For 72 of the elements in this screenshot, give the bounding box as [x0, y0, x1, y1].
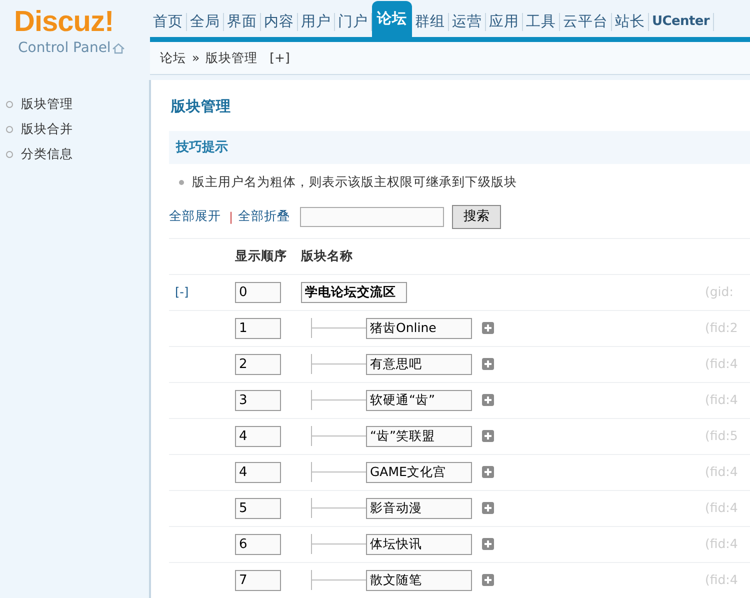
- add-icon[interactable]: [482, 466, 494, 478]
- nav-tab[interactable]: 应用: [486, 13, 523, 31]
- name-field[interactable]: 散文随笔: [366, 570, 472, 591]
- order-field[interactable]: 7: [235, 570, 281, 591]
- order-field[interactable]: 4: [235, 462, 281, 483]
- name-field[interactable]: 影音动漫: [366, 498, 472, 519]
- order-field[interactable]: 6: [235, 534, 281, 555]
- tips-header: 技巧提示: [169, 130, 750, 164]
- name-field[interactable]: 有意思吧: [366, 354, 472, 375]
- tree-line: [311, 498, 366, 518]
- breadcrumb-link[interactable]: 论坛: [160, 48, 186, 68]
- name-field[interactable]: 猪齿Online: [366, 318, 472, 339]
- nav-tab[interactable]: 运营: [449, 13, 486, 31]
- name-field[interactable]: 体坛快讯: [366, 534, 472, 555]
- nav-tab[interactable]: 群组: [412, 13, 449, 31]
- bullet-icon: [6, 101, 13, 108]
- name-field[interactable]: 软硬通“齿”: [366, 390, 472, 411]
- home-icon: [112, 43, 125, 54]
- add-icon[interactable]: [482, 502, 494, 514]
- name-field[interactable]: 学电论坛交流区: [301, 282, 407, 303]
- nav-tab[interactable]: 论坛: [372, 1, 412, 37]
- name-field[interactable]: GAME文化宫: [366, 462, 472, 483]
- link-separator: |: [229, 208, 234, 226]
- sidebar-item[interactable]: 版块管理: [0, 92, 149, 117]
- nav-tab[interactable]: 界面: [224, 13, 261, 31]
- tree-line: [311, 534, 366, 554]
- tree-line: [311, 426, 366, 446]
- order-field[interactable]: 1: [235, 318, 281, 339]
- tree-line: [311, 462, 366, 482]
- add-icon[interactable]: [482, 358, 494, 370]
- search-field[interactable]: [300, 206, 444, 227]
- collapse-toggle[interactable]: [-]: [175, 285, 189, 300]
- bullet-icon: [179, 180, 184, 186]
- nav-tab[interactable]: 用户: [298, 13, 335, 31]
- nav-tab[interactable]: 内容: [261, 13, 298, 31]
- nav-tab[interactable]: 全局: [187, 13, 224, 31]
- name-field[interactable]: “齿”笑联盟: [366, 426, 472, 447]
- nav-tab[interactable]: 云平台: [560, 13, 612, 31]
- tree-line: [311, 318, 366, 338]
- tree-line: [311, 354, 366, 374]
- add-icon[interactable]: [482, 430, 494, 442]
- logo-subtitle: Control Panel: [18, 39, 111, 58]
- nav-tab[interactable]: UCenter: [649, 13, 714, 31]
- tip-text: 版主用户名为粗体，则表示该版主权限可继承到下级版块: [192, 173, 517, 192]
- add-icon[interactable]: [482, 574, 494, 586]
- order-field[interactable]: 5: [235, 498, 281, 519]
- order-field[interactable]: 4: [235, 426, 281, 447]
- breadcrumb-separator: »: [192, 48, 200, 67]
- order-field[interactable]: 0: [235, 282, 281, 303]
- add-link[interactable]: [+]: [270, 48, 290, 68]
- brand-logo: Discuz!: [14, 6, 115, 38]
- order-field[interactable]: 2: [235, 354, 281, 375]
- breadcrumb-current: 版块管理: [206, 48, 258, 67]
- column-header: 显示顺序: [235, 246, 288, 265]
- sidebar-item[interactable]: 分类信息: [0, 142, 149, 167]
- bullet-icon: [6, 126, 13, 133]
- tree-line: [311, 570, 366, 590]
- collapse-all-link[interactable]: 全部折叠: [238, 207, 290, 226]
- sidebar-item[interactable]: 版块合并: [0, 117, 149, 142]
- tree-line: [311, 390, 366, 410]
- search-button[interactable]: 搜索: [452, 204, 502, 229]
- add-icon[interactable]: [482, 322, 494, 334]
- nav-tab[interactable]: 站长: [612, 13, 649, 31]
- bullet-icon: [6, 151, 13, 158]
- nav-tab[interactable]: 首页: [150, 13, 187, 31]
- order-field[interactable]: 3: [235, 390, 281, 411]
- nav-tab[interactable]: 工具: [523, 13, 560, 31]
- page-title: 版块管理: [171, 98, 232, 117]
- add-icon[interactable]: [482, 394, 494, 406]
- expand-all-link[interactable]: 全部展开: [169, 207, 221, 226]
- add-icon[interactable]: [482, 538, 494, 550]
- column-header: 版块名称: [301, 246, 353, 265]
